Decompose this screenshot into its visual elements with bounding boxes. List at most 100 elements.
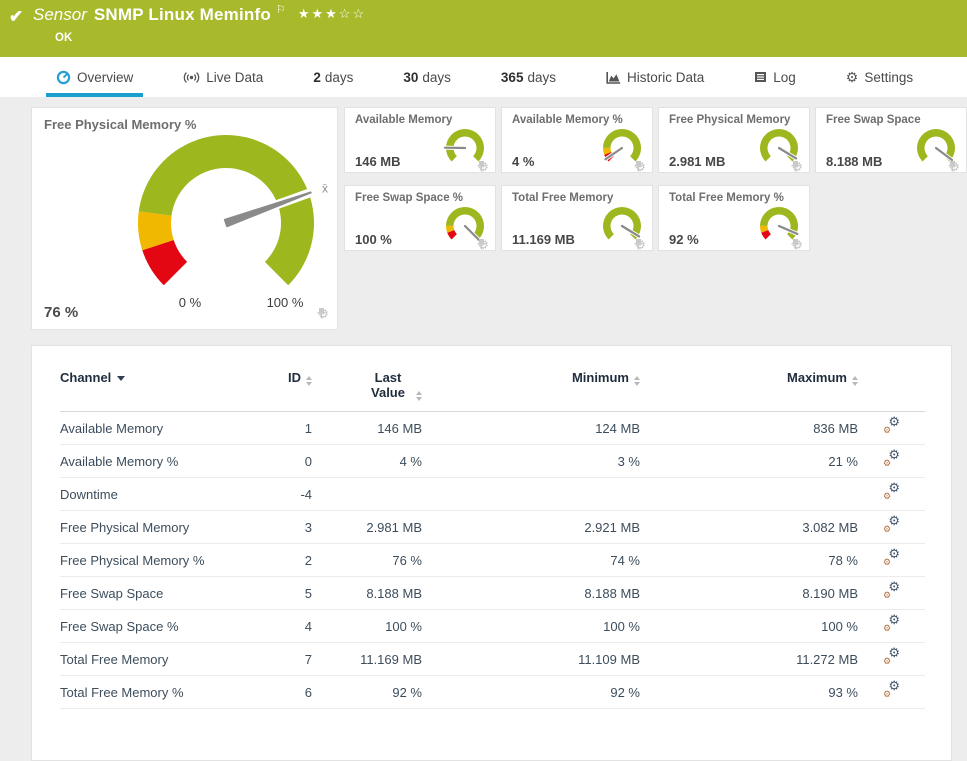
minimum-value: 11.109 MB — [422, 642, 640, 676]
column-header-actions — [858, 370, 925, 412]
priority-rating-stars[interactable]: ★★★☆☆ — [298, 6, 366, 22]
panel-title: Available Memory — [355, 114, 453, 126]
channel-row-free-swap-space[interactable]: Free Swap Space 5 8.188 MB 8.188 MB 8.190 MB… — [60, 576, 925, 610]
channel-name: Free Swap Space % — [60, 609, 260, 643]
column-label: Maximum — [787, 370, 847, 385]
gauge-panel-free-swap-space: Free Swap Space 8.188 MB ⚙ — [815, 107, 967, 173]
minimum-value: 2.921 MB — [422, 510, 640, 544]
column-header-channel[interactable]: Channel — [60, 370, 260, 412]
channel-id: 6 — [260, 675, 312, 709]
tab-live-data[interactable]: Live Data — [173, 57, 273, 97]
last-value: 2.981 MB — [312, 510, 422, 544]
maximum-value — [640, 477, 858, 511]
channel-settings-gears-icon[interactable]: ⚙ ⚙ — [883, 679, 900, 699]
gauge-panel-free-swap-space: Free Swap Space % 100 % ⚙ — [344, 185, 496, 251]
panel-pin-icon[interactable] — [634, 238, 643, 250]
channels-table-panel: Channel ID Last Value Minimum Maximum Availa… — [31, 345, 952, 761]
panel-pin-icon[interactable] — [477, 160, 486, 172]
channel-settings-gears-icon[interactable]: ⚙ ⚙ — [883, 580, 900, 600]
panel-pin-icon[interactable] — [634, 160, 643, 172]
column-header-minimum[interactable]: Minimum — [422, 370, 640, 412]
panel-pin-icon[interactable] — [791, 160, 800, 172]
gauge-icon — [56, 70, 71, 84]
panel-pin-icon[interactable] — [948, 160, 957, 172]
tab-overview[interactable]: Overview — [46, 57, 144, 97]
tab-label: Log — [773, 69, 796, 85]
channel-settings-gears-icon[interactable]: ⚙ ⚙ — [883, 547, 900, 567]
channel-row-available-memory[interactable]: Available Memory % 0 4 % 3 % 21 % ⚙ ⚙ — [60, 444, 925, 478]
tab-365-days[interactable]: 365 days — [491, 57, 566, 97]
sensor-header: ✔ Sensor SNMP Linux Meminfo ⚐ ★★★☆☆ OK — [0, 0, 967, 57]
last-value: 11.169 MB — [312, 642, 422, 676]
gauge-panel-available-memory: Available Memory % 4 % ⚙ — [501, 107, 653, 173]
channel-settings-gears-icon[interactable]: ⚙ ⚙ — [883, 481, 900, 501]
channel-settings-gears-icon[interactable]: ⚙ ⚙ — [883, 613, 900, 633]
channel-name: Total Free Memory % — [60, 675, 260, 709]
tab-settings[interactable]: ⚙ Settings — [836, 57, 923, 97]
minimum-value: 124 MB — [422, 411, 640, 445]
panel-pin-icon[interactable] — [317, 307, 326, 319]
tab-label: Live Data — [206, 69, 264, 85]
column-label: ID — [288, 370, 301, 385]
last-value: 92 % — [312, 675, 422, 709]
channel-row-free-swap-space[interactable]: Free Swap Space % 4 100 % 100 % 100 % ⚙ ⚙ — [60, 609, 925, 643]
channel-name: Free Physical Memory — [60, 510, 260, 544]
tab-label: Overview — [77, 69, 134, 85]
channel-row-free-physical-memory[interactable]: Free Physical Memory 3 2.981 MB 2.921 MB 3.0… — [60, 510, 925, 544]
tab-2-days[interactable]: 2 days — [303, 57, 363, 97]
channel-id: -4 — [260, 477, 312, 511]
sort-icon — [416, 391, 422, 401]
column-header-id[interactable]: ID — [260, 370, 312, 412]
gauge-value-label: 92 % — [669, 232, 699, 247]
maximum-value: 21 % — [640, 444, 858, 478]
channel-settings-gears-icon[interactable]: ⚙ ⚙ — [883, 415, 900, 435]
gauge-panel-total-free-memory: Total Free Memory % 92 % ⚙ — [658, 185, 810, 251]
channel-row-total-free-memory[interactable]: Total Free Memory % 6 92 % 92 % 93 % ⚙ ⚙ — [60, 675, 925, 709]
tab-label: days — [422, 69, 451, 85]
channel-settings-gears-icon[interactable]: ⚙ ⚙ — [883, 448, 900, 468]
priority-flag-icon[interactable]: ⚐ — [276, 3, 286, 16]
tab-label: days — [324, 69, 354, 85]
tab-label: days — [527, 69, 556, 85]
sort-icon — [852, 376, 858, 386]
panel-title: Free Swap Space — [826, 114, 921, 126]
panel-pin-icon[interactable] — [477, 238, 486, 250]
column-header-maximum[interactable]: Maximum — [640, 370, 858, 412]
tab-bar: Overview Live Data 2 days 30 days 365 days Histo… — [0, 57, 967, 97]
gauge-value-label: 2.981 MB — [669, 154, 726, 169]
panel-title: Total Free Memory — [512, 192, 614, 204]
channel-row-free-physical-memory[interactable]: Free Physical Memory % 2 76 % 74 % 78 % ⚙ ⚙ — [60, 543, 925, 577]
channel-settings-gears-icon[interactable]: ⚙ ⚙ — [883, 514, 900, 534]
maximum-value: 836 MB — [640, 411, 858, 445]
last-value: 100 % — [312, 609, 422, 643]
minimum-value: 100 % — [422, 609, 640, 643]
maximum-value: 78 % — [640, 543, 858, 577]
channel-name: Available Memory % — [60, 444, 260, 478]
panel-pin-icon[interactable] — [791, 238, 800, 250]
panel-title: Free Swap Space % — [355, 192, 464, 204]
channel-settings-gears-icon[interactable]: ⚙ ⚙ — [883, 646, 900, 666]
minimum-value: 8.188 MB — [422, 576, 640, 610]
maximum-value: 11.272 MB — [640, 642, 858, 676]
maximum-value: 8.190 MB — [640, 576, 858, 610]
column-label: Minimum — [571, 370, 629, 385]
gauge-value-label: 8.188 MB — [826, 154, 883, 169]
channel-id: 4 — [260, 609, 312, 643]
channel-row-total-free-memory[interactable]: Total Free Memory 7 11.169 MB 11.109 MB 11.2… — [60, 642, 925, 676]
gauge-panel-free-physical-memory: Free Physical Memory 2.981 MB ⚙ — [658, 107, 810, 173]
channel-id: 2 — [260, 543, 312, 577]
column-label: Last Value — [371, 370, 405, 400]
channel-name: Available Memory — [60, 411, 260, 445]
status-ok-check-icon: ✔ — [9, 7, 24, 26]
channel-row-available-memory[interactable]: Available Memory 1 146 MB 124 MB 836 MB ⚙ ⚙ — [60, 411, 925, 445]
object-kind-label: Sensor — [33, 5, 87, 24]
tab-historic-data[interactable]: Historic Data — [596, 57, 714, 97]
channel-id: 0 — [260, 444, 312, 478]
sort-desc-caret-icon — [117, 376, 126, 381]
tab-30-days[interactable]: 30 days — [393, 57, 461, 97]
channel-row-downtime[interactable]: Downtime -4 ⚙ ⚙ — [60, 477, 925, 511]
panel-title: Total Free Memory % — [669, 192, 784, 204]
broadcast-icon — [184, 71, 200, 83]
tab-log[interactable]: Log — [744, 57, 806, 97]
column-header-last-value[interactable]: Last Value — [312, 370, 422, 412]
